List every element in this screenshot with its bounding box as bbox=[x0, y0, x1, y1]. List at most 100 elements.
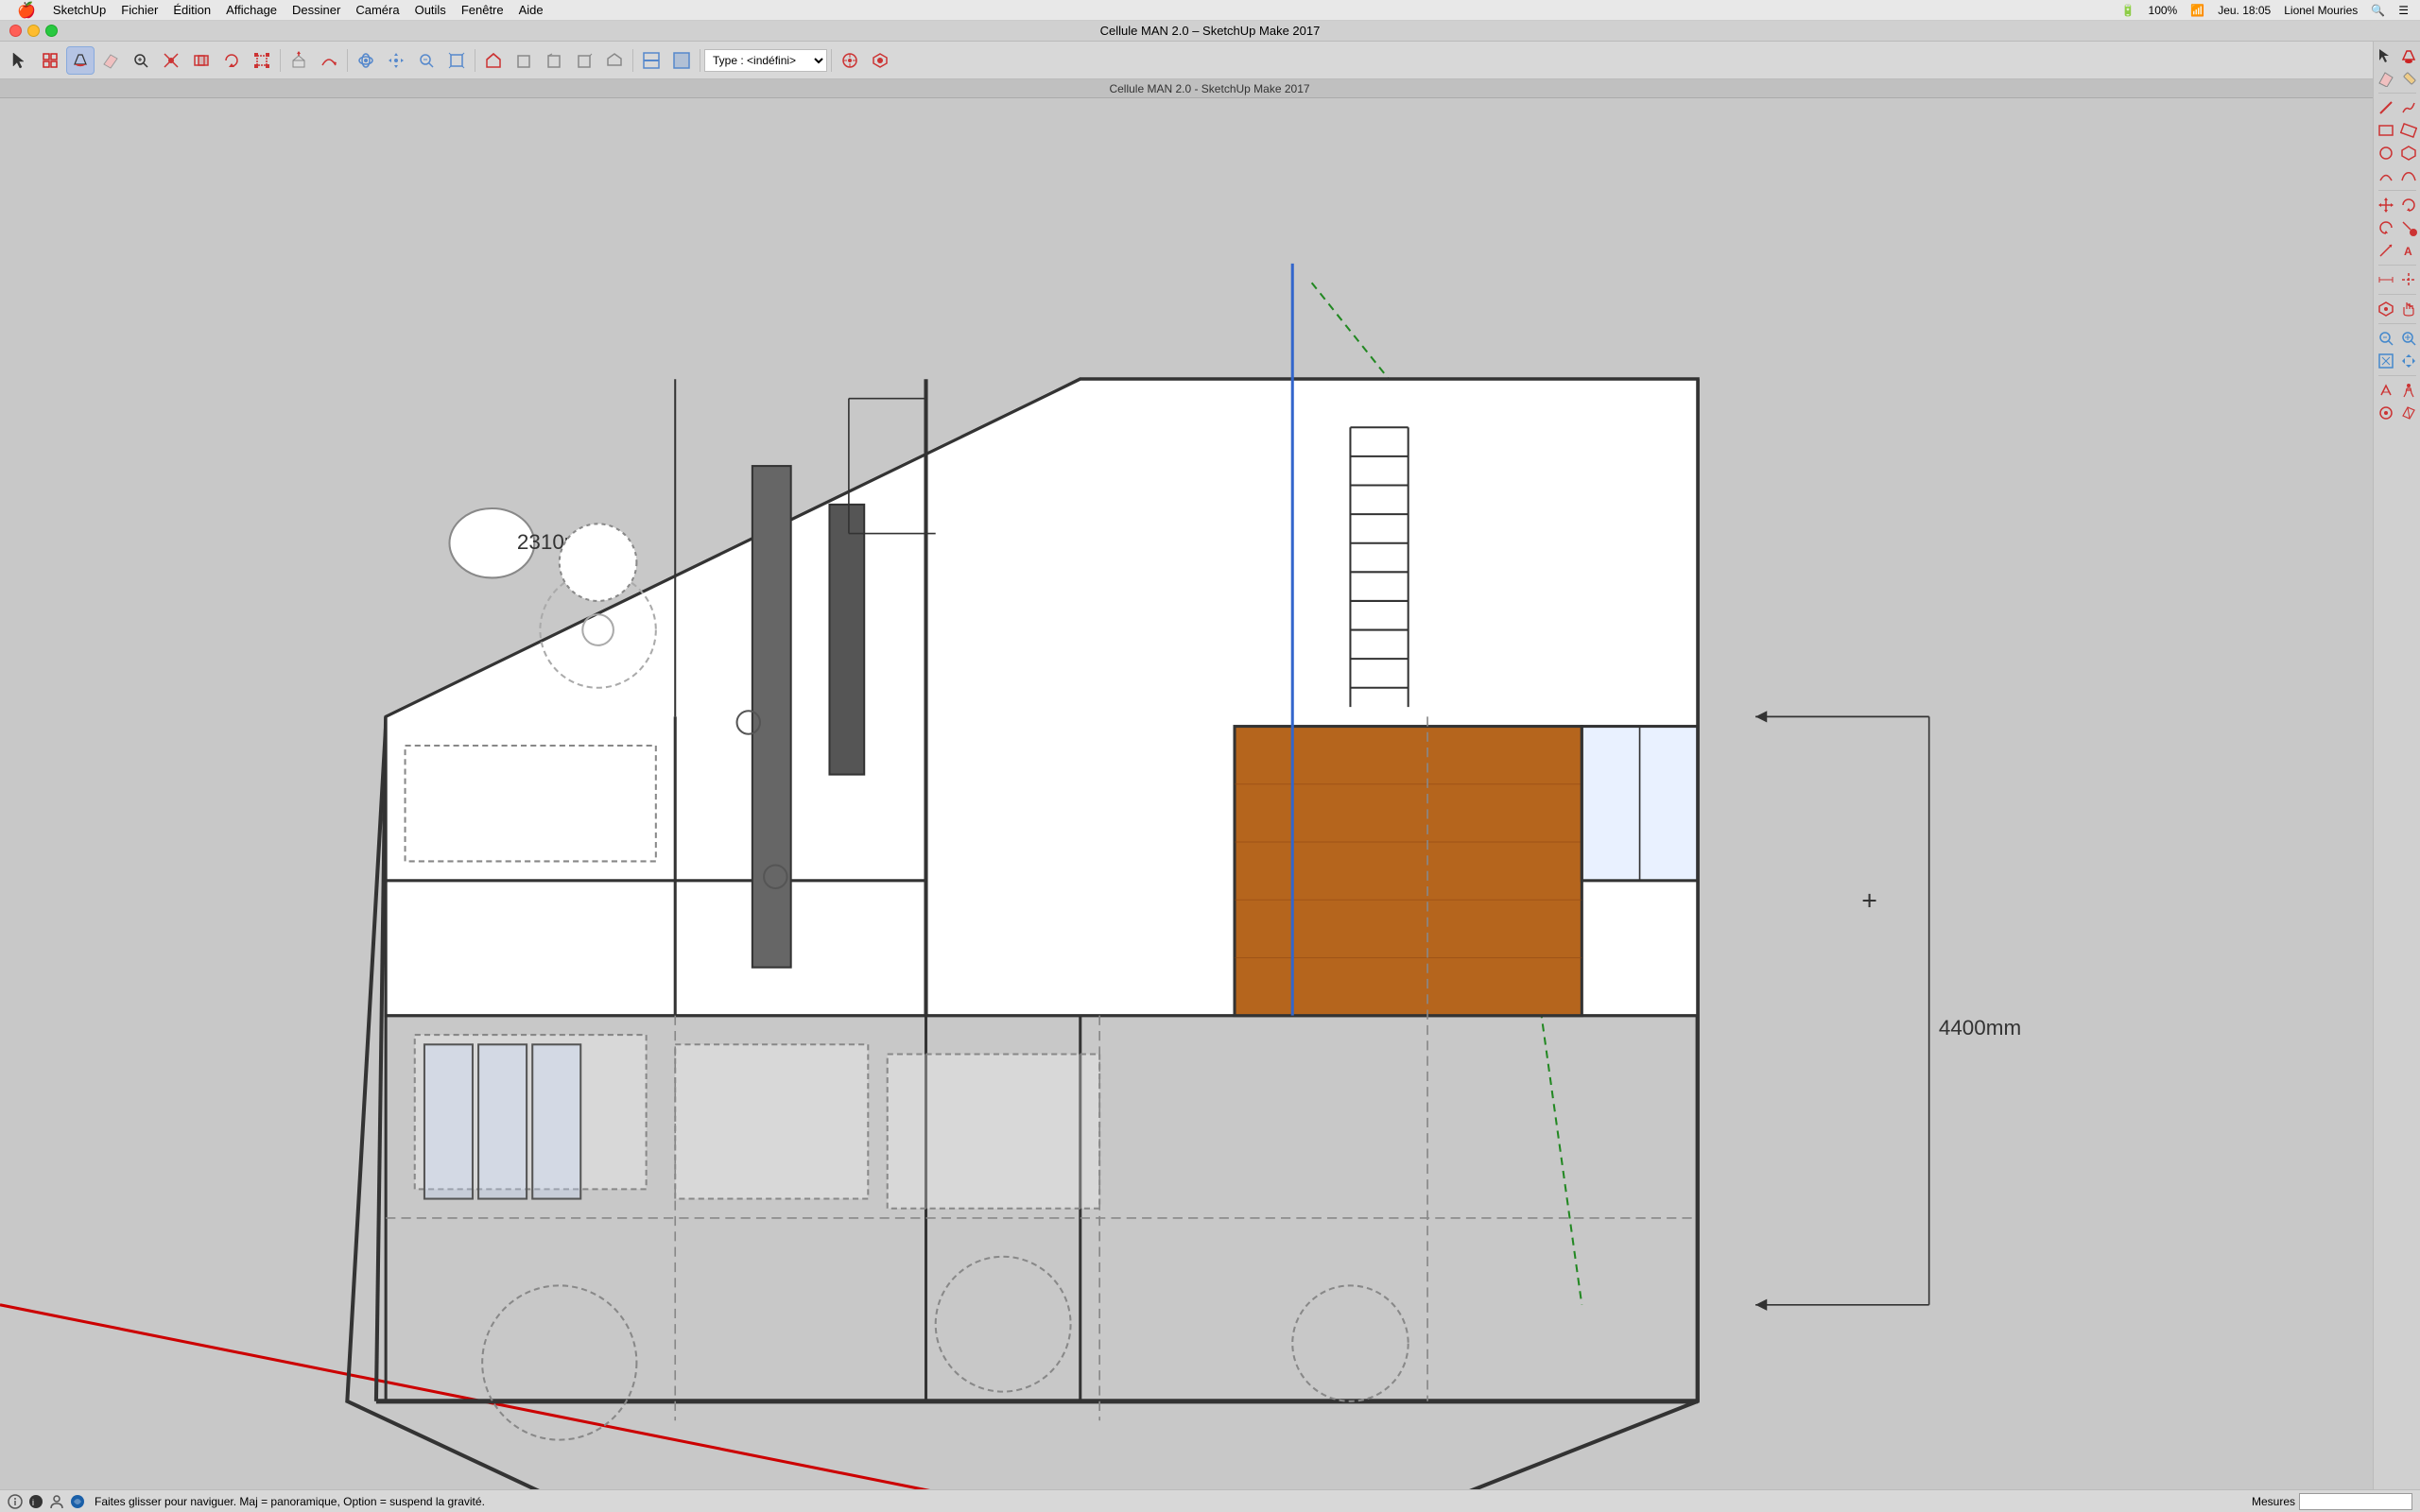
eye-icon: i bbox=[28, 1494, 43, 1509]
rt-component-tool[interactable] bbox=[2376, 299, 2396, 319]
rt-eraser-tool[interactable] bbox=[2376, 68, 2396, 89]
rt-pencil-tool[interactable] bbox=[2398, 68, 2419, 89]
rt-orbit2-tool[interactable] bbox=[2398, 403, 2419, 423]
select-tool[interactable] bbox=[6, 46, 34, 75]
push-pull-tool[interactable] bbox=[285, 46, 313, 75]
rt-walk-tool[interactable] bbox=[2398, 380, 2419, 401]
menu-fenetre[interactable]: Fenêtre bbox=[454, 0, 511, 21]
menu-dessiner[interactable]: Dessiner bbox=[285, 0, 348, 21]
follow-me-tool[interactable] bbox=[315, 46, 343, 75]
battery-percent: 100% bbox=[2145, 4, 2182, 17]
type-selector[interactable]: Type : <indéfini> bbox=[704, 49, 827, 72]
eraser-tool[interactable] bbox=[96, 46, 125, 75]
title-bar: Cellule MAN 2.0 – SketchUp Make 2017 bbox=[0, 21, 2420, 42]
paint-bucket-tool[interactable] bbox=[66, 46, 95, 75]
menu-fichier[interactable]: Fichier bbox=[113, 0, 165, 21]
rt-sep-2 bbox=[2378, 190, 2416, 191]
rt-row-1 bbox=[2376, 45, 2419, 66]
rt-row-3 bbox=[2376, 97, 2419, 118]
rt-sep-1 bbox=[2378, 93, 2416, 94]
rt-text-tool[interactable]: A bbox=[2398, 240, 2419, 261]
zoom-extents-tool[interactable] bbox=[442, 46, 471, 75]
window-title: Cellule MAN 2.0 – SketchUp Make 2017 bbox=[1100, 24, 1321, 38]
rt-select-tool[interactable] bbox=[2376, 45, 2396, 66]
rt-redo-tool[interactable] bbox=[2376, 217, 2396, 238]
rt-row-5 bbox=[2376, 143, 2419, 163]
rt-zoom-tool[interactable] bbox=[2376, 328, 2396, 349]
rt-row-7 bbox=[2376, 195, 2419, 215]
info-icon bbox=[8, 1494, 23, 1509]
top-view-tool[interactable] bbox=[600, 46, 629, 75]
rt-dimension-tool[interactable] bbox=[2376, 269, 2396, 290]
minimize-button[interactable] bbox=[27, 25, 40, 37]
right-toolbar: A bbox=[2373, 42, 2420, 1512]
rt-freehand-tool[interactable] bbox=[2398, 97, 2419, 118]
notification-icon[interactable]: ☰ bbox=[2394, 4, 2412, 17]
rt-position-tool[interactable] bbox=[2376, 380, 2396, 401]
rt-sep-4 bbox=[2378, 294, 2416, 295]
menu-camera[interactable]: Caméra bbox=[348, 0, 406, 21]
zoom-tool[interactable] bbox=[412, 46, 441, 75]
search-icon[interactable]: 🔍 bbox=[2367, 4, 2389, 17]
rt-circle-tool[interactable] bbox=[2376, 143, 2396, 163]
rt-paint-tool[interactable] bbox=[2398, 45, 2419, 66]
right-view-tool[interactable] bbox=[570, 46, 598, 75]
rotate-tool[interactable] bbox=[217, 46, 246, 75]
main-toolbar: Type : <indéfini> bbox=[0, 42, 2420, 79]
section-cut-tool[interactable] bbox=[637, 46, 666, 75]
menu-outils[interactable]: Outils bbox=[407, 0, 454, 21]
menu-aide[interactable]: Aide bbox=[511, 0, 551, 21]
rt-place-tool[interactable] bbox=[2398, 269, 2419, 290]
menu-edition[interactable]: Édition bbox=[165, 0, 218, 21]
rt-polygon-tool[interactable] bbox=[2398, 143, 2419, 163]
axis-indicator: + bbox=[1861, 885, 1877, 916]
house-view-tool[interactable] bbox=[479, 46, 508, 75]
viewport[interactable]: 2310mm 4400mm + bbox=[0, 98, 2373, 1489]
wifi-icon: 📶 bbox=[2187, 4, 2208, 17]
left-view-tool[interactable] bbox=[540, 46, 568, 75]
section-fill-tool[interactable] bbox=[667, 46, 696, 75]
rt-rect-tool[interactable] bbox=[2376, 120, 2396, 141]
3d-warehouse-tool[interactable] bbox=[866, 46, 894, 75]
rt-row-6 bbox=[2376, 165, 2419, 186]
battery-indicator: 🔋 bbox=[2118, 4, 2139, 17]
toolbar-sep-6 bbox=[831, 49, 832, 72]
rt-scale2-tool[interactable] bbox=[2398, 217, 2419, 238]
rt-hand-tool[interactable] bbox=[2398, 299, 2419, 319]
scene-view[interactable]: 2310mm 4400mm + bbox=[0, 98, 2373, 1489]
menu-affichage[interactable]: Affichage bbox=[218, 0, 285, 21]
maximize-button[interactable] bbox=[45, 25, 58, 37]
person-icon bbox=[49, 1494, 64, 1509]
rt-arc-tool[interactable] bbox=[2376, 165, 2396, 186]
rt-line-tool[interactable] bbox=[2376, 97, 2396, 118]
rt-bezier-tool[interactable] bbox=[2398, 165, 2419, 186]
rt-zoom-all-tool[interactable] bbox=[2376, 351, 2396, 371]
subtitle-bar: Cellule MAN 2.0 - SketchUp Make 2017 bbox=[0, 79, 2419, 98]
toolbar-sep-1 bbox=[280, 49, 281, 72]
rt-rect-rotated-tool[interactable] bbox=[2398, 120, 2419, 141]
rt-look-around-tool[interactable] bbox=[2376, 403, 2396, 423]
rt-arrow-tool[interactable] bbox=[2376, 240, 2396, 261]
scale-tool[interactable] bbox=[248, 46, 276, 75]
rt-row-2 bbox=[2376, 68, 2419, 89]
rt-sep-5 bbox=[2378, 323, 2416, 324]
zoom-window-tool[interactable] bbox=[127, 46, 155, 75]
apple-menu[interactable]: 🍎 bbox=[8, 0, 45, 21]
svg-text:i: i bbox=[32, 1498, 34, 1507]
orbit-tool[interactable] bbox=[352, 46, 380, 75]
component-tool[interactable] bbox=[36, 46, 64, 75]
rt-rotate-push-tool[interactable] bbox=[2398, 195, 2419, 215]
pan-tool[interactable] bbox=[382, 46, 410, 75]
menu-sketchup[interactable]: SketchUp bbox=[45, 0, 113, 21]
username: Lionel Mouries bbox=[2280, 4, 2361, 17]
intersect-tool[interactable] bbox=[187, 46, 216, 75]
rt-zoom-region-tool[interactable] bbox=[2398, 328, 2419, 349]
front-view-tool[interactable] bbox=[510, 46, 538, 75]
rt-move-tool[interactable] bbox=[2376, 195, 2396, 215]
rt-pan2-tool[interactable] bbox=[2398, 351, 2419, 371]
explode-tool[interactable] bbox=[157, 46, 185, 75]
measures-input[interactable] bbox=[2299, 1493, 2412, 1510]
geolocation-tool[interactable] bbox=[836, 46, 864, 75]
measures-label: Mesures bbox=[2252, 1495, 2295, 1508]
close-button[interactable] bbox=[9, 25, 22, 37]
